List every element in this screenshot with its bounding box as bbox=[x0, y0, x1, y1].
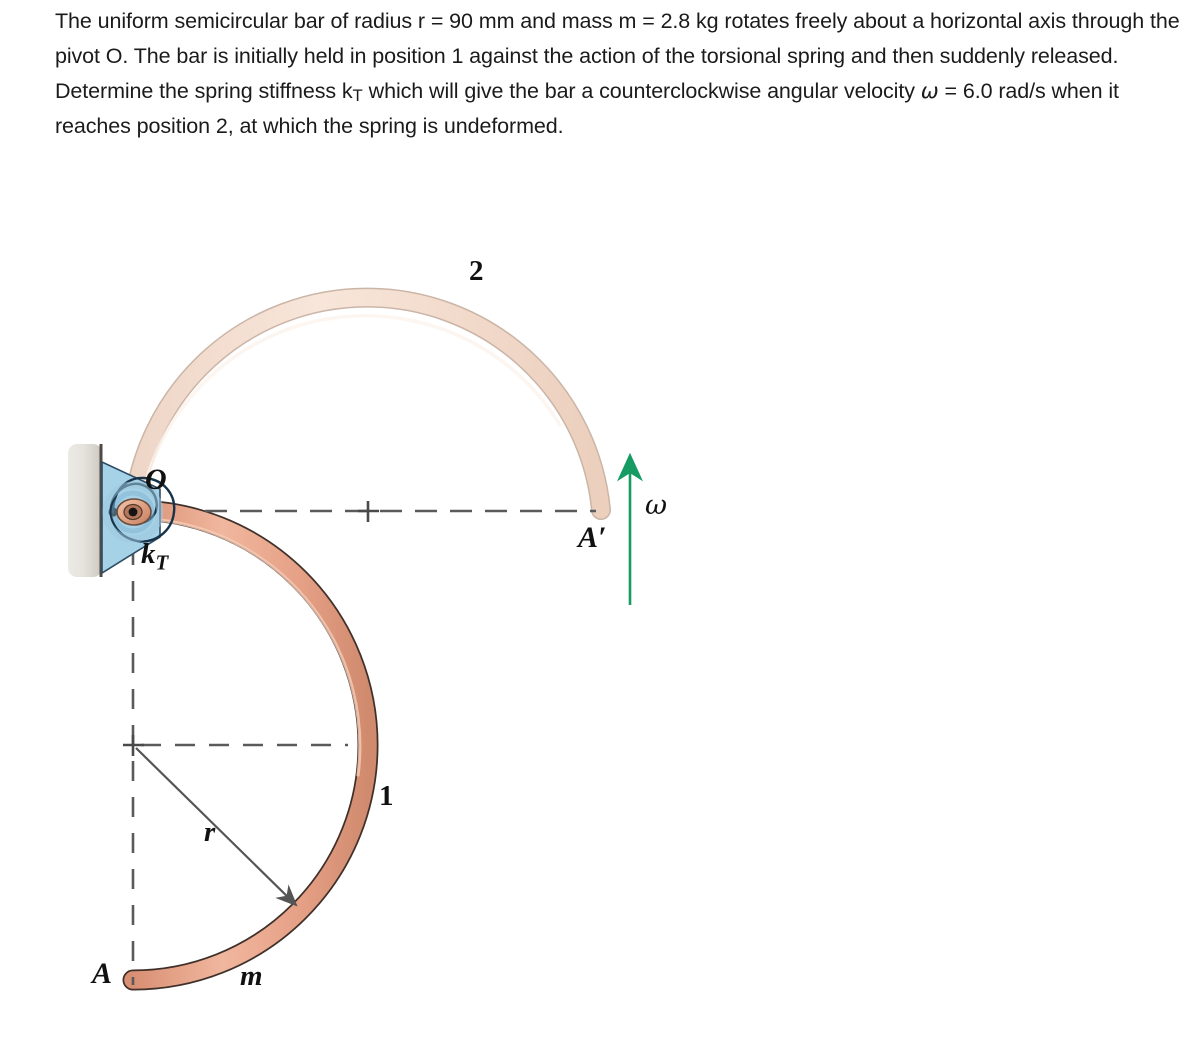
bar-position-2 bbox=[123, 287, 611, 522]
label-point-A-prime: A′ bbox=[578, 521, 607, 554]
bar-position-2-outline bbox=[123, 287, 611, 522]
pivot-hub bbox=[116, 498, 152, 526]
bar-position-1-highlight bbox=[158, 518, 362, 777]
label-spring-stiffness-main: k bbox=[141, 538, 156, 570]
label-position-1: 1 bbox=[379, 780, 394, 812]
pivot-center-dot bbox=[128, 507, 138, 517]
label-radius: r bbox=[204, 816, 216, 848]
label-mass: m bbox=[240, 960, 263, 992]
label-pivot-O: O bbox=[145, 463, 167, 496]
radius-dimension-arrow bbox=[135, 747, 298, 907]
label-angular-velocity: ω bbox=[645, 490, 668, 521]
label-spring-stiffness: kT bbox=[141, 538, 168, 576]
kt-subscript: T bbox=[352, 85, 363, 105]
wall-block bbox=[68, 444, 102, 577]
wall-support bbox=[68, 444, 103, 577]
bar-position-2-body bbox=[124, 289, 610, 521]
physics-diagram: O kT A A′ m r 1 2 ω bbox=[0, 215, 1200, 1041]
problem-statement: The uniform semicircular bar of radius r… bbox=[55, 9, 1180, 139]
label-spring-stiffness-sub: T bbox=[155, 550, 169, 575]
radius-centerline bbox=[123, 735, 348, 756]
label-position-2: 2 bbox=[469, 255, 484, 287]
omega-symbol-text: ω bbox=[920, 78, 939, 104]
horizontal-centerline bbox=[205, 501, 596, 522]
label-point-A: A bbox=[92, 957, 113, 990]
diagram-canvas bbox=[68, 287, 643, 991]
